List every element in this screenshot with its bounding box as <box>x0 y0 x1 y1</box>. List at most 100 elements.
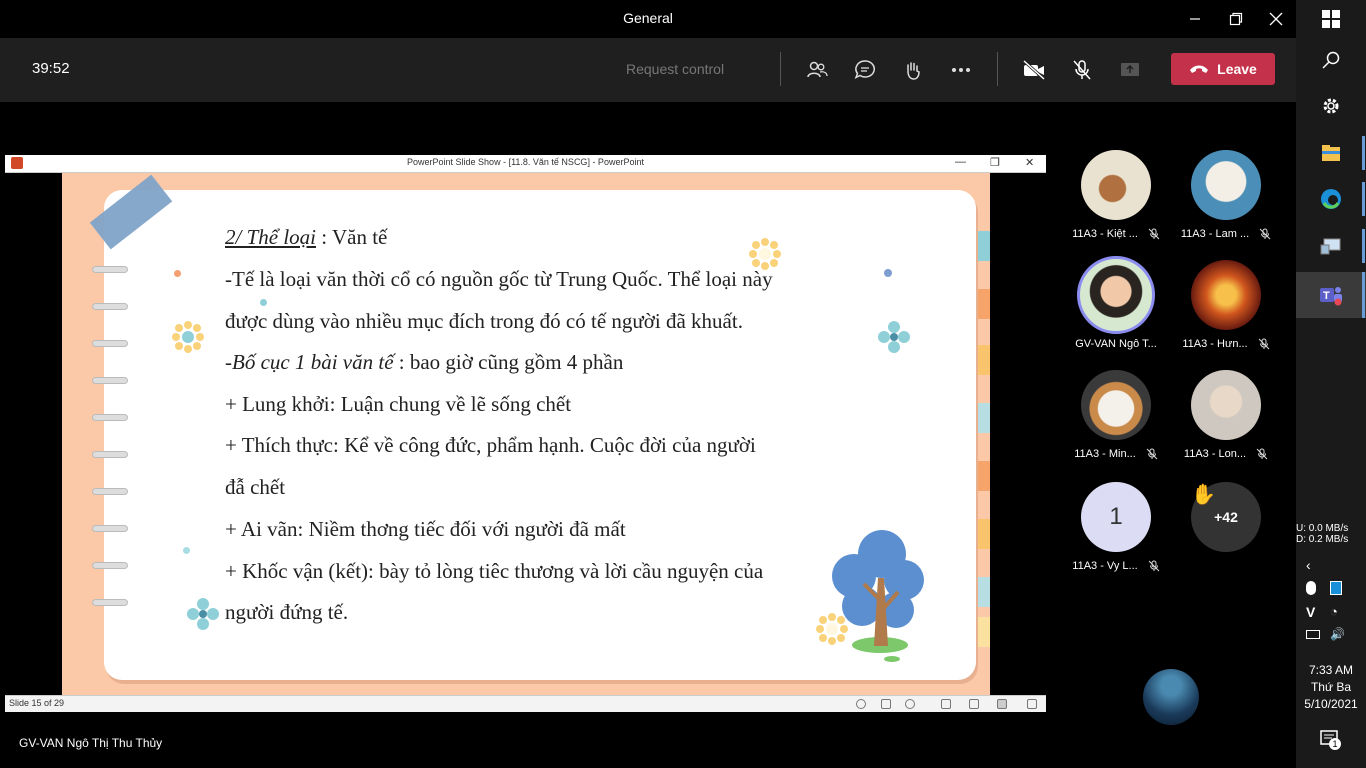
slide-text-line: + Lung khởi: Luận chung về lẽ sống chết <box>225 392 572 416</box>
network-app[interactable] <box>1318 233 1344 259</box>
participant-tile[interactable]: 11A3 - Kiệt ... <box>1061 150 1171 240</box>
close-icon <box>1269 12 1283 26</box>
participant-tile[interactable]: 11A3 - Lam ... <box>1171 150 1281 240</box>
slide-text-line: + Thích thực: Kể về công đức, phẩm hạnh.… <box>225 433 756 457</box>
participant-name: GV-VAN Ngô T... <box>1075 338 1157 350</box>
notification-count: 1 <box>1329 738 1341 750</box>
battery-icon[interactable] <box>1306 630 1320 639</box>
leave-button[interactable]: Leave <box>1171 53 1275 85</box>
mic-off-icon <box>1146 448 1158 460</box>
binder-ring <box>92 340 128 347</box>
request-control-button[interactable]: Request control <box>626 61 724 77</box>
avatar <box>1191 150 1261 220</box>
notes-icon[interactable] <box>881 699 891 709</box>
minimize-icon <box>1190 18 1200 20</box>
more-participants-button[interactable]: +42 <box>1171 482 1281 552</box>
dot-decoration <box>884 269 892 277</box>
camera-toggle[interactable] <box>1019 55 1049 85</box>
participant-tile-active-speaker[interactable]: GV-VAN Ngô T... <box>1061 256 1171 350</box>
toolbar-divider <box>997 52 998 86</box>
slide-text-line: được dùng vào nhiều mục đích trong đó có… <box>225 309 743 333</box>
participant-tile[interactable]: 11A3 - Min... <box>1061 370 1171 460</box>
search-button[interactable] <box>1318 47 1344 73</box>
chat-button[interactable] <box>850 55 880 85</box>
maximize-button[interactable] <box>1223 6 1249 32</box>
reading-view-icon[interactable] <box>997 699 1007 709</box>
self-view-avatar[interactable] <box>1143 669 1199 725</box>
minimize-button[interactable] <box>1182 6 1208 32</box>
share-tray-icon <box>1121 63 1139 76</box>
avatar <box>1081 370 1151 440</box>
slide-sorter-icon[interactable] <box>969 699 979 709</box>
app-tray-icon[interactable] <box>1330 581 1342 595</box>
teams-app[interactable]: T <box>1318 282 1344 308</box>
mic-off-icon <box>1073 60 1091 80</box>
slide-counter: Slide 15 of 29 <box>9 698 65 708</box>
dot-decoration <box>174 270 181 277</box>
windows-logo-icon <box>1322 10 1340 28</box>
close-button[interactable] <box>1263 6 1289 32</box>
microphone-toggle[interactable] <box>1067 55 1097 85</box>
reactions-button[interactable] <box>898 55 928 85</box>
download-speed: D: 0.2 MB/s <box>1296 534 1349 545</box>
title-bar: General <box>0 0 1296 38</box>
participants-button[interactable] <box>802 55 832 85</box>
avatar <box>1191 370 1261 440</box>
binder-ring <box>92 377 128 384</box>
edge-app[interactable] <box>1318 186 1344 212</box>
slide-text-line: -Tế là loại văn thời cổ có nguồn gốc từ … <box>225 267 773 291</box>
binder-ring <box>92 451 128 458</box>
teams-icon: T <box>1320 287 1342 306</box>
participant-tile[interactable]: 1 11A3 - Vy L... <box>1061 482 1171 572</box>
notifications-button[interactable]: 1 <box>1318 728 1341 750</box>
ppt-restore-icon[interactable]: ❐ <box>990 156 1000 169</box>
avatar <box>1077 256 1155 334</box>
slide: 2/ Thể loại : Văn tế -Tế là loại văn thờ… <box>62 173 990 695</box>
binder-ring <box>92 414 128 421</box>
slide-text-line: + Ai vãn: Niềm thơng tiếc đối với người … <box>225 517 626 541</box>
participant-name: 11A3 - Kiệt ... <box>1061 228 1171 240</box>
slide-text-line: -Bố cục 1 bài văn tế : bao giờ cũng gồm … <box>225 350 624 374</box>
more-actions-button[interactable] <box>946 55 976 85</box>
participant-tile[interactable]: 11A3 - Lon... <box>1171 370 1281 460</box>
search-icon <box>1322 51 1340 69</box>
slide-text-line: 2/ Thể loại : Văn tế <box>225 225 388 249</box>
volume-icon[interactable]: 🔊 <box>1330 627 1345 641</box>
slideshow-view-icon[interactable] <box>1027 699 1037 709</box>
powerpoint-titlebar: PowerPoint Slide Show - [11.8. Văn tế NS… <box>5 155 1046 173</box>
participant-tile[interactable]: 11A3 - Hưn... <box>1171 260 1281 350</box>
share-screen-button[interactable] <box>1115 55 1145 85</box>
binder-ring <box>92 599 128 606</box>
next-slide-icon[interactable] <box>905 699 915 709</box>
wifi-icon[interactable]: ◔ <box>1330 604 1338 619</box>
binder-ring <box>92 303 128 310</box>
powerpoint-status-bar: Slide 15 of 29 <box>5 695 1046 712</box>
flower-icon <box>187 598 219 630</box>
edge-icon <box>1321 189 1341 209</box>
mic-off-icon <box>1258 338 1269 350</box>
slide-text-line: người đứng tế. <box>225 600 349 624</box>
more-icon <box>952 68 970 72</box>
previous-slide-icon[interactable] <box>856 699 866 709</box>
toolbar-divider <box>780 52 781 86</box>
vpn-tray-icon[interactable]: V <box>1306 604 1315 620</box>
slide-letterbox-right <box>990 173 1046 695</box>
participant-name: 11A3 - Min... <box>1061 448 1171 460</box>
normal-view-icon[interactable] <box>941 699 951 709</box>
slide-tab <box>976 577 990 607</box>
powerpoint-window-title: PowerPoint Slide Show - [11.8. Văn tế NS… <box>407 157 644 167</box>
start-button[interactable] <box>1318 6 1344 32</box>
mic-off-icon <box>1256 448 1268 460</box>
binder-ring <box>92 525 128 532</box>
settings-app[interactable] <box>1318 93 1344 119</box>
binder-ring <box>92 266 128 273</box>
computer-icon <box>1320 238 1341 255</box>
file-explorer-app[interactable] <box>1318 140 1344 166</box>
system-clock[interactable]: 7:33 AM Thứ Ba 5/10/2021 <box>1296 662 1366 713</box>
avatar <box>1191 260 1261 330</box>
show-hidden-icons-chevron-icon[interactable]: ‹ <box>1306 557 1311 573</box>
ppt-minimize-icon[interactable]: — <box>955 156 966 168</box>
microphone-tray-icon[interactable] <box>1306 581 1316 595</box>
raise-hand-icon <box>907 62 920 80</box>
ppt-close-icon[interactable]: ✕ <box>1025 156 1034 169</box>
